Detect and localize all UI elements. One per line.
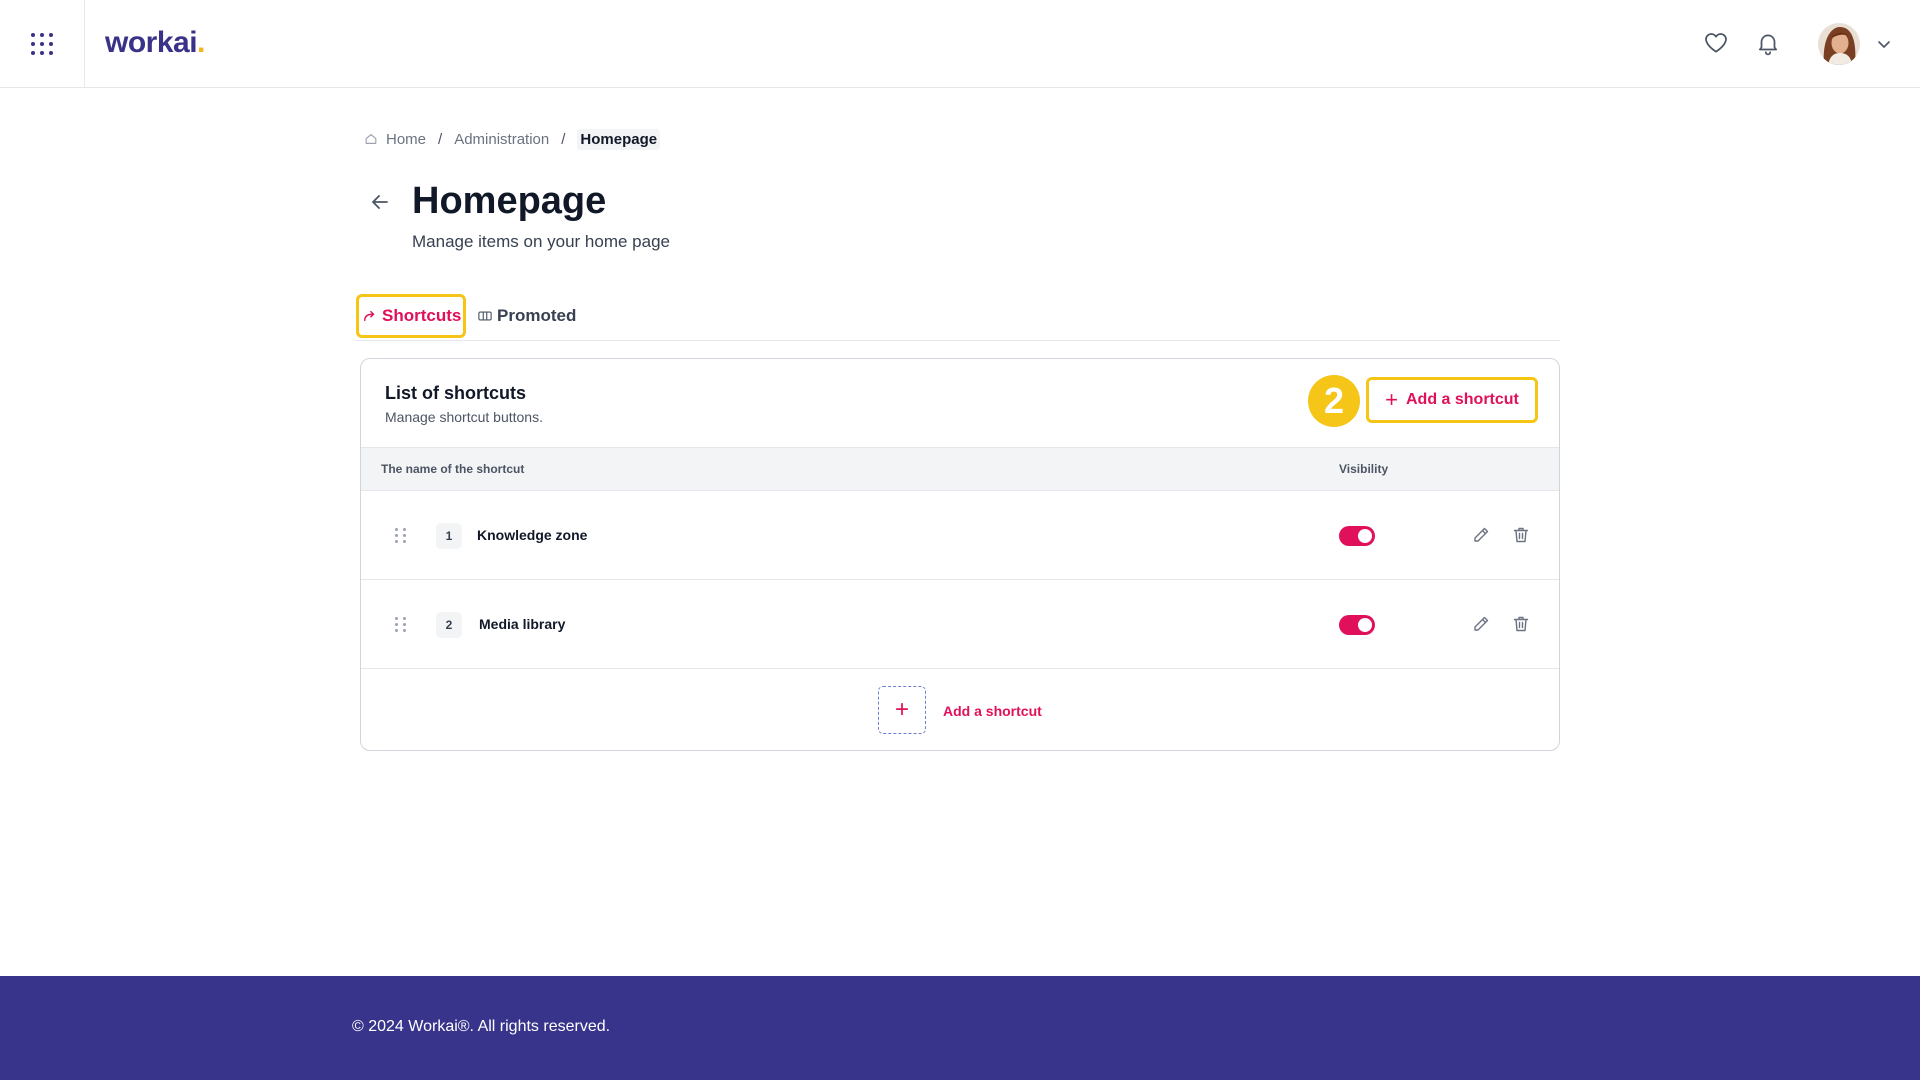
table-header: The name of the shortcut Visibility — [361, 447, 1559, 491]
bell-icon[interactable] — [1755, 30, 1781, 56]
tab-shortcuts-label: Shortcuts — [382, 306, 462, 325]
column-header-visibility: Visibility — [1339, 462, 1389, 476]
footer: © 2024 Workai®. All rights reserved. — [0, 976, 1920, 1080]
add-shortcut-button-label: Add a shortcut — [1405, 391, 1519, 408]
shortcut-name: Media library — [479, 616, 566, 632]
apps-grid-button[interactable] — [0, 0, 85, 87]
card-title: List of shortcuts — [385, 383, 527, 403]
tab-promoted[interactable]: Promoted — [478, 294, 576, 338]
page-title: Homepage — [412, 180, 607, 222]
plus-icon: + — [894, 696, 909, 723]
columns-icon — [478, 311, 492, 321]
breadcrumb: Home / Administration / Homepage — [364, 128, 661, 150]
tab-promoted-label: Promoted — [497, 306, 577, 325]
edit-pencil-icon[interactable] — [1471, 614, 1491, 634]
share-arrow-icon — [364, 310, 375, 322]
step-badge: 2 — [1308, 375, 1360, 427]
table-row: 1 Knowledge zone — [361, 491, 1559, 580]
visibility-toggle[interactable] — [1339, 615, 1375, 635]
breadcrumb-administration[interactable]: Administration — [454, 131, 549, 148]
logo-text: workai — [105, 26, 198, 59]
chevron-down-icon[interactable] — [1876, 36, 1892, 52]
add-shortcut-plus-button[interactable]: + — [878, 686, 926, 734]
delete-trash-icon[interactable] — [1511, 614, 1531, 634]
add-shortcut-link[interactable]: Add a shortcut — [943, 703, 1042, 719]
breadcrumb-separator: / — [438, 130, 443, 148]
logo-dot: . — [197, 26, 205, 59]
back-arrow-icon[interactable] — [368, 190, 392, 214]
plus-icon: + — [1385, 387, 1398, 412]
delete-trash-icon[interactable] — [1511, 525, 1531, 545]
column-header-name: The name of the shortcut — [381, 462, 525, 476]
avatar-image — [1818, 23, 1860, 65]
tabs-divider — [356, 340, 1560, 341]
page-subtitle: Manage items on your home page — [412, 232, 670, 251]
tab-shortcuts[interactable]: Shortcuts — [356, 294, 466, 338]
workai-logo[interactable]: workai. — [105, 26, 205, 60]
drag-handle-icon[interactable] — [395, 528, 406, 543]
card-subtitle: Manage shortcut buttons. — [385, 409, 543, 425]
shortcuts-card: List of shortcuts Manage shortcut button… — [360, 358, 1560, 751]
row-index: 2 — [436, 612, 462, 638]
apps-grid-icon — [31, 32, 53, 55]
breadcrumb-separator: / — [561, 130, 566, 148]
table-row: 2 Media library — [361, 580, 1559, 669]
add-shortcut-button[interactable]: + Add a shortcut — [1366, 377, 1538, 423]
user-avatar[interactable] — [1818, 23, 1860, 65]
heart-icon[interactable] — [1703, 30, 1729, 56]
edit-pencil-icon[interactable] — [1471, 525, 1491, 545]
shortcut-name: Knowledge zone — [477, 527, 588, 543]
footer-copyright: © 2024 Workai®. All rights reserved. — [352, 1018, 611, 1035]
add-shortcut-row: + Add a shortcut — [361, 670, 1559, 750]
top-bar: workai. — [0, 0, 1920, 88]
breadcrumb-home[interactable]: Home — [386, 131, 426, 148]
home-icon — [365, 134, 377, 144]
breadcrumb-current: Homepage — [577, 128, 661, 150]
drag-handle-icon[interactable] — [395, 617, 406, 632]
row-index: 1 — [436, 523, 462, 549]
visibility-toggle[interactable] — [1339, 526, 1375, 546]
